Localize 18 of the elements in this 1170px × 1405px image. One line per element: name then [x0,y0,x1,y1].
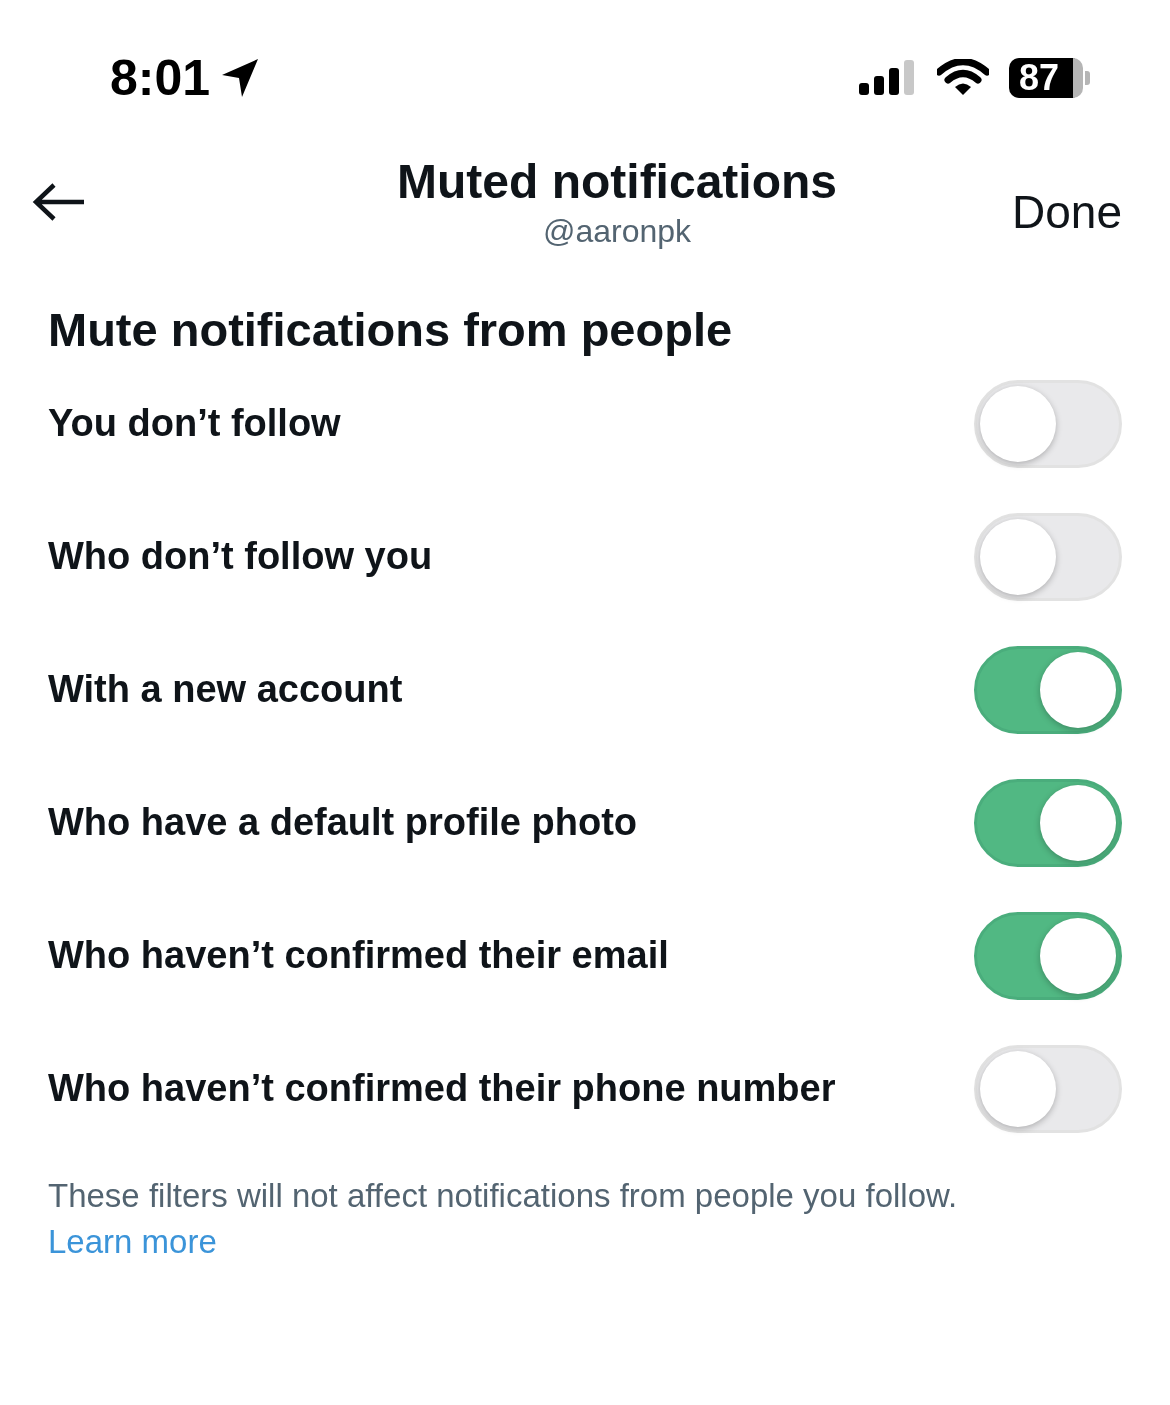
option-label: Who haven’t confirmed their email [48,934,669,977]
done-button[interactable]: Done [1012,185,1122,239]
option-label: Who don’t follow you [48,535,433,578]
footer-note: These filters will not affect notifications from people you follow. [48,1177,959,1215]
option-label: Who haven’t confirmed their phone number [48,1067,836,1110]
option-label: Who have a default profile photo [48,801,637,844]
option-label: You don’t follow [48,402,341,445]
signal-icon [858,59,917,97]
page-title: Muted notifications [397,154,837,209]
wifi-icon [936,59,989,97]
option-label: With a new account [48,668,403,711]
section-title: Mute notifications from people [48,302,734,357]
battery-level: 87 [1008,58,1083,98]
battery-tip-icon [1085,71,1090,85]
location-arrow-icon [220,57,261,99]
back-arrow-icon [32,182,86,222]
status-time: 8:01 [110,49,211,107]
account-handle: @aaronpk [542,213,692,250]
